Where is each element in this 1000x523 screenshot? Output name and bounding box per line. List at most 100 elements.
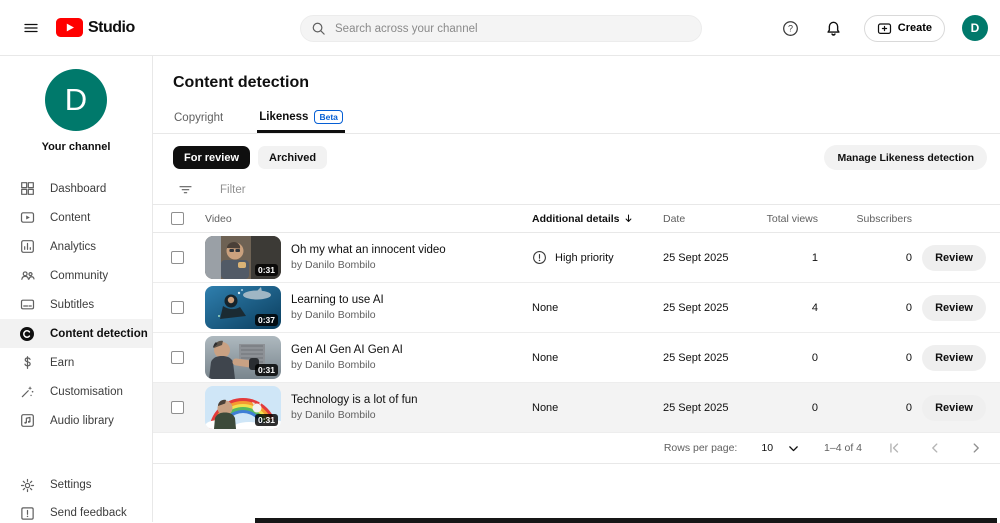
sidebar-item-analytics[interactable]: Analytics xyxy=(0,232,152,261)
sidebar-item-content-detection[interactable]: Content detection xyxy=(0,319,152,348)
audio-library-icon xyxy=(19,413,35,429)
chip-archived[interactable]: Archived xyxy=(258,146,327,169)
duration-badge: 0:31 xyxy=(255,364,278,376)
svg-text:?: ? xyxy=(788,23,793,33)
row-checkbox[interactable] xyxy=(171,401,184,414)
youtube-logo-icon xyxy=(56,18,83,37)
account-avatar[interactable]: D xyxy=(962,15,988,41)
subtitles-icon xyxy=(19,297,35,313)
sidebar-item-label: Analytics xyxy=(50,241,96,253)
duration-badge: 0:31 xyxy=(255,264,278,276)
select-all-checkbox[interactable] xyxy=(171,212,184,225)
sidebar-item-content[interactable]: Content xyxy=(0,203,152,232)
earn-icon xyxy=(19,355,35,371)
channel-block[interactable]: D Your channel xyxy=(0,56,152,153)
manage-likeness-detection-button[interactable]: Manage Likeness detection xyxy=(824,145,987,170)
date-value: 25 Sept 2025 xyxy=(663,252,753,264)
analytics-icon xyxy=(19,239,35,255)
filter-bar xyxy=(153,175,1000,205)
column-header-total-views[interactable]: Total views xyxy=(753,213,818,225)
sidebar-item-label: Dashboard xyxy=(50,183,106,195)
sidebar-item-send-feedback[interactable]: Send feedback xyxy=(0,499,152,523)
review-button[interactable]: Review xyxy=(922,395,986,421)
chevron-down-icon xyxy=(787,442,800,455)
sidebar-item-label: Content detection xyxy=(50,328,148,340)
sidebar-item-earn[interactable]: Earn xyxy=(0,348,152,377)
search-input[interactable] xyxy=(335,23,691,35)
details-value: None xyxy=(532,352,558,364)
video-byline: by Danilo Bombilo xyxy=(291,308,384,323)
sidebar-item-customisation[interactable]: Customisation xyxy=(0,377,152,406)
page-title: Content detection xyxy=(173,74,1000,92)
beta-badge: Beta xyxy=(314,110,342,124)
controls-row: For review Archived Manage Likeness dete… xyxy=(173,145,987,170)
help-icon[interactable]: ? xyxy=(778,15,804,41)
sidebar-item-label: Audio library xyxy=(50,415,114,427)
search-bar[interactable] xyxy=(300,15,702,42)
review-button[interactable]: Review xyxy=(922,245,986,271)
notifications-icon[interactable] xyxy=(821,15,847,41)
table-row[interactable]: 0:37 Learning to use AI by Danilo Bombil… xyxy=(153,283,1000,333)
row-checkbox[interactable] xyxy=(171,351,184,364)
studio-logo[interactable]: Studio xyxy=(56,18,135,37)
rows-per-page-select[interactable]: 10 xyxy=(761,442,800,455)
tabs: Copyright Likeness Beta xyxy=(153,104,1000,134)
review-button[interactable]: Review xyxy=(922,295,986,321)
table-row[interactable]: 0:31 Technology is a lot of fun by Danil… xyxy=(153,383,1000,433)
sidebar-item-label: Earn xyxy=(50,357,74,369)
sidebar-item-audio-library[interactable]: Audio library xyxy=(0,406,152,435)
subscribers-value: 0 xyxy=(818,402,912,414)
first-page-icon[interactable] xyxy=(886,440,902,456)
video-title[interactable]: Oh my what an innocent video xyxy=(291,242,446,259)
review-button[interactable]: Review xyxy=(922,345,986,371)
next-page-icon[interactable] xyxy=(968,440,984,456)
sidebar-item-label: Customisation xyxy=(50,386,123,398)
video-title[interactable]: Learning to use AI xyxy=(291,292,384,309)
video-byline: by Danilo Bombilo xyxy=(291,408,418,423)
create-icon xyxy=(877,21,892,36)
tab-copyright[interactable]: Copyright xyxy=(174,112,223,133)
date-value: 25 Sept 2025 xyxy=(663,352,753,364)
sidebar-item-community[interactable]: Community xyxy=(0,261,152,290)
sidebar-item-subtitles[interactable]: Subtitles xyxy=(0,290,152,319)
table-row[interactable]: 0:31 Oh my what an innocent video by Dan… xyxy=(153,233,1000,283)
video-thumbnail[interactable]: 0:31 xyxy=(205,386,281,429)
subscribers-value: 0 xyxy=(818,252,912,264)
brand-name: Studio xyxy=(88,19,135,37)
video-title[interactable]: Technology is a lot of fun xyxy=(291,392,418,409)
menu-icon[interactable] xyxy=(14,11,48,45)
table-row[interactable]: 0:31 Gen AI Gen AI Gen AI by Danilo Bomb… xyxy=(153,333,1000,383)
column-header-video[interactable]: Video xyxy=(205,213,532,225)
feedback-icon xyxy=(19,505,35,521)
sidebar-item-dashboard[interactable]: Dashboard xyxy=(0,174,152,203)
bottom-bar xyxy=(255,518,997,523)
sidebar-item-label: Settings xyxy=(50,479,92,491)
content-detection-icon xyxy=(19,326,35,342)
tab-likeness[interactable]: Likeness Beta xyxy=(259,110,343,133)
sidebar-item-settings[interactable]: Settings xyxy=(0,471,152,499)
column-header-date[interactable]: Date xyxy=(663,213,753,225)
column-header-subscribers[interactable]: Subscribers xyxy=(818,213,912,225)
video-thumbnail[interactable]: 0:31 xyxy=(205,236,281,279)
video-byline: by Danilo Bombilo xyxy=(291,258,446,273)
table-header: Video Additional details Date Total view… xyxy=(153,205,1000,233)
previous-page-icon[interactable] xyxy=(927,440,943,456)
video-thumbnail[interactable]: 0:37 xyxy=(205,286,281,329)
views-value: 1 xyxy=(753,252,818,264)
details-value: None xyxy=(532,402,558,414)
details-value: High priority xyxy=(555,252,614,264)
main-content: Content detection Copyright Likeness Bet… xyxy=(153,56,1000,522)
filter-input[interactable] xyxy=(220,184,520,196)
row-checkbox[interactable] xyxy=(171,251,184,264)
create-label: Create xyxy=(898,22,932,34)
channel-avatar[interactable]: D xyxy=(45,69,107,131)
video-byline: by Danilo Bombilo xyxy=(291,358,403,373)
create-button[interactable]: Create xyxy=(864,15,945,42)
row-checkbox[interactable] xyxy=(171,301,184,314)
video-thumbnail[interactable]: 0:31 xyxy=(205,336,281,379)
topbar: Studio ? Create D xyxy=(0,0,1000,56)
chip-for-review[interactable]: For review xyxy=(173,146,250,169)
column-header-additional-details[interactable]: Additional details xyxy=(532,213,663,225)
video-title[interactable]: Gen AI Gen AI Gen AI xyxy=(291,342,403,359)
sort-descending-icon xyxy=(623,213,634,224)
